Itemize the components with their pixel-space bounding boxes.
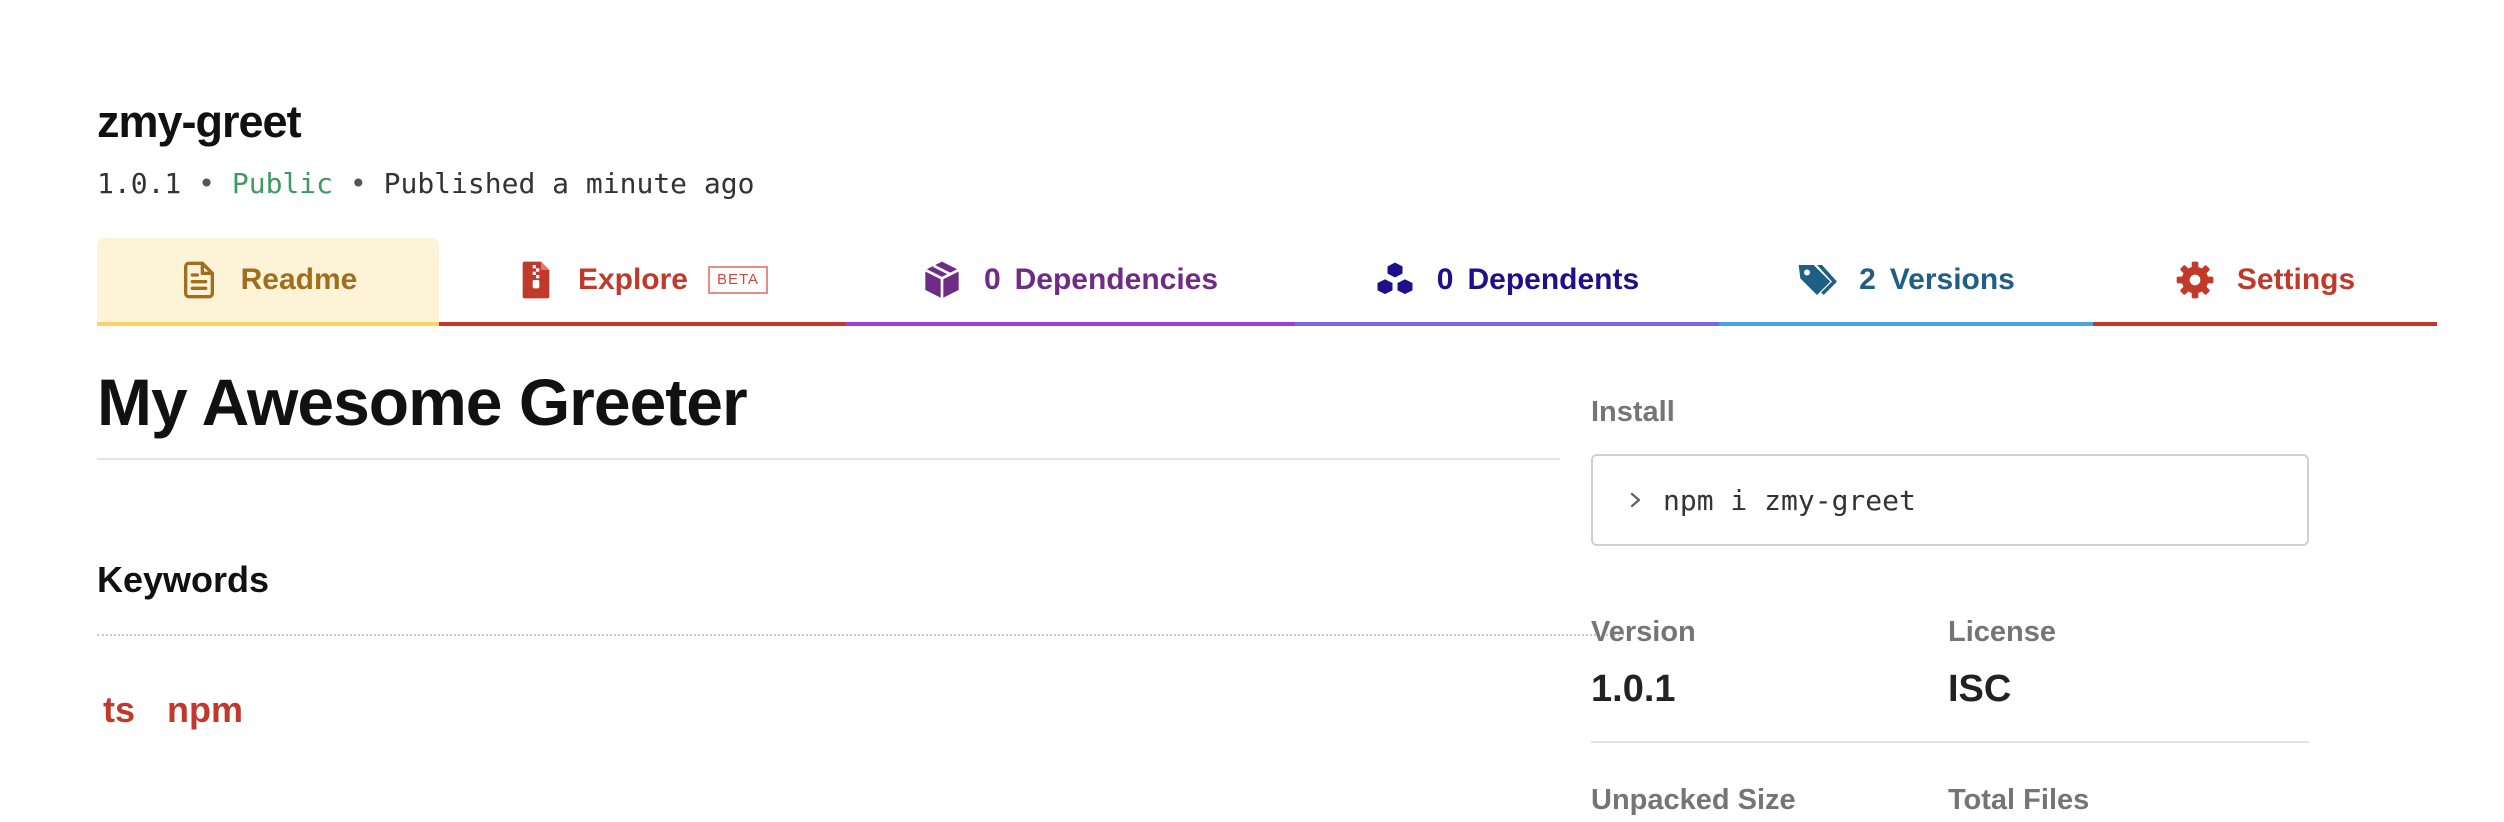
readme-title: My Awesome Greeter — [97, 365, 748, 439]
tab-dependencies-label: Dependencies — [1014, 263, 1219, 296]
meta-separator: • — [349, 167, 367, 200]
keywords-heading: Keywords — [97, 559, 270, 600]
tab-explore-label: Explore — [577, 263, 688, 296]
title-divider — [97, 458, 1560, 460]
tab-versions[interactable]: 2 Versions — [1719, 238, 2093, 326]
tab-explore[interactable]: Explore BETA — [439, 238, 845, 326]
install-label: Install — [1591, 396, 1675, 428]
total-files-label: Total Files — [1948, 784, 2090, 816]
tab-dependents[interactable]: 0 Dependents — [1295, 238, 1719, 326]
keyword-list: ts npm — [103, 686, 243, 734]
keyword-link[interactable]: npm — [167, 686, 243, 734]
tab-settings-label: Settings — [2236, 263, 2356, 296]
install-command: npm i zmy-greet — [1663, 483, 1916, 517]
terminal-prompt-icon — [1627, 488, 1645, 512]
tab-readme-label: Readme — [240, 263, 358, 296]
package-version: 1.0.1 — [97, 167, 182, 200]
box-icon — [922, 260, 962, 300]
dependents-count: 0 — [1436, 263, 1454, 296]
install-command-box[interactable]: npm i zmy-greet — [1591, 454, 2309, 546]
package-page: zmy-greet 1.0.1 • Public • Published a m… — [97, 0, 2437, 822]
visibility-label: Public — [231, 167, 334, 200]
dependencies-count: 0 — [983, 263, 1001, 296]
keywords-divider — [97, 634, 1624, 636]
zip-file-icon — [516, 260, 556, 300]
versions-count: 2 — [1859, 263, 1876, 296]
tab-dependents-label: Dependents — [1467, 263, 1640, 296]
sidebar-divider — [1591, 741, 2309, 743]
tab-versions-label: Versions — [1889, 263, 2015, 296]
beta-badge: BETA — [707, 266, 769, 294]
cubes-icon — [1375, 260, 1415, 300]
version-label: Version — [1591, 616, 1696, 648]
package-tabs: Readme Explore BETA 0 Dependencies 0 Dep… — [97, 238, 2437, 326]
license-value: ISC — [1948, 668, 2012, 710]
version-value: 1.0.1 — [1591, 668, 1676, 710]
tab-dependencies[interactable]: 0 Dependencies — [845, 238, 1295, 326]
package-name: zmy-greet — [97, 96, 302, 147]
meta-separator: • — [198, 167, 216, 200]
published-time: Published a minute ago — [383, 167, 755, 200]
tab-settings[interactable]: Settings — [2093, 238, 2437, 326]
file-text-icon — [179, 260, 219, 300]
unpacked-size-label: Unpacked Size — [1591, 784, 1796, 816]
tab-readme[interactable]: Readme — [97, 238, 439, 326]
license-label: License — [1948, 616, 2056, 648]
keyword-link[interactable]: ts — [103, 686, 135, 734]
tags-icon — [1797, 260, 1838, 300]
gear-icon — [2175, 260, 2215, 300]
package-meta: 1.0.1 • Public • Published a minute ago — [97, 164, 754, 204]
